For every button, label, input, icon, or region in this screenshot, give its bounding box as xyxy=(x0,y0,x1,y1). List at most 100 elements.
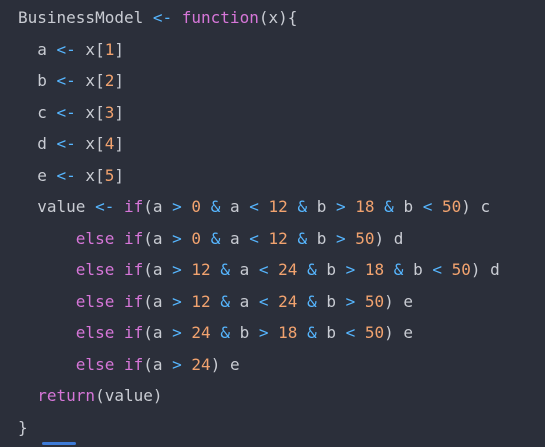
code-token: 50 xyxy=(364,291,385,311)
code-token: > xyxy=(258,323,269,342)
code-token: & xyxy=(210,228,221,248)
code-token: 12 xyxy=(268,197,288,216)
code-token: } xyxy=(18,417,28,437)
code-token: b xyxy=(393,197,423,216)
code-token: 24 xyxy=(278,291,298,311)
code-token: <- xyxy=(56,102,76,122)
code-token: & xyxy=(210,197,221,216)
code-line: c <- x[3] xyxy=(18,101,124,125)
code-token: <- xyxy=(152,8,173,27)
code-token: < xyxy=(432,260,442,279)
code-token: b xyxy=(37,71,57,90)
code-token: ] xyxy=(114,165,124,185)
code-token: else xyxy=(75,260,115,279)
code-token: b xyxy=(316,291,346,311)
code-token: (a xyxy=(143,197,173,216)
code-token: BusinessModel xyxy=(18,8,153,27)
code-token: 0 xyxy=(191,197,202,216)
code-token: ] xyxy=(114,102,124,122)
code-token: 18 xyxy=(278,323,298,342)
code-token: ] xyxy=(114,134,124,153)
code-token: a xyxy=(220,197,250,216)
code-token: x[ xyxy=(75,39,105,59)
code-token: x[ xyxy=(75,102,105,122)
code-token: 18 xyxy=(355,197,375,216)
code-token: ) e xyxy=(384,291,414,311)
code-token: else xyxy=(75,228,115,248)
code-token: ) d xyxy=(374,228,404,248)
code-token: if xyxy=(123,260,144,279)
code-line: else if(a > 24 & b > 18 & b < 50) e xyxy=(18,321,413,345)
code-token: ) c xyxy=(461,197,491,216)
code-token: ) d xyxy=(470,260,500,279)
code-token: < xyxy=(249,197,259,216)
code-token: < xyxy=(258,291,269,311)
code-line: } xyxy=(18,416,28,440)
code-token: x[ xyxy=(75,71,105,90)
code-token: if xyxy=(123,197,144,216)
code-token: 24 xyxy=(191,323,211,342)
code-token: <- xyxy=(56,134,76,153)
code-token: & xyxy=(307,291,317,311)
code-token: ] xyxy=(114,39,124,59)
code-token: value xyxy=(37,197,96,216)
code-token: 2 xyxy=(104,71,115,90)
code-token: 12 xyxy=(268,228,288,248)
code-token: < xyxy=(258,260,269,279)
scroll-indicator xyxy=(42,442,76,445)
code-token: 1 xyxy=(104,39,115,59)
code-token: (a xyxy=(143,228,173,248)
code-line: e <- x[5] xyxy=(18,164,124,188)
code-token: > xyxy=(345,291,356,311)
code-editor[interactable]: BusinessModel <- function(x){ a <- x[1] … xyxy=(0,0,545,447)
code-token: 24 xyxy=(191,354,211,374)
code-token: if xyxy=(123,228,144,248)
code-token: (a xyxy=(143,354,173,374)
code-token: if xyxy=(123,291,144,311)
code-token: 18 xyxy=(364,260,385,279)
code-token: b xyxy=(307,228,336,248)
code-token: c xyxy=(37,102,57,122)
code-token: e xyxy=(37,165,57,185)
code-token: b xyxy=(229,323,259,342)
code-token: > xyxy=(172,323,182,342)
code-token: 50 xyxy=(364,323,385,342)
code-token: > xyxy=(172,260,182,279)
code-token: if xyxy=(123,354,144,374)
code-token: & xyxy=(307,260,317,279)
code-line: d <- x[4] xyxy=(18,132,124,156)
code-token: > xyxy=(172,354,182,374)
code-token: > xyxy=(172,228,182,248)
code-token: <- xyxy=(56,71,76,90)
code-token: < xyxy=(249,228,259,248)
code-token: ] xyxy=(114,71,124,90)
code-token: > xyxy=(172,197,182,216)
code-token: a xyxy=(229,291,259,311)
code-token: & xyxy=(307,323,317,342)
